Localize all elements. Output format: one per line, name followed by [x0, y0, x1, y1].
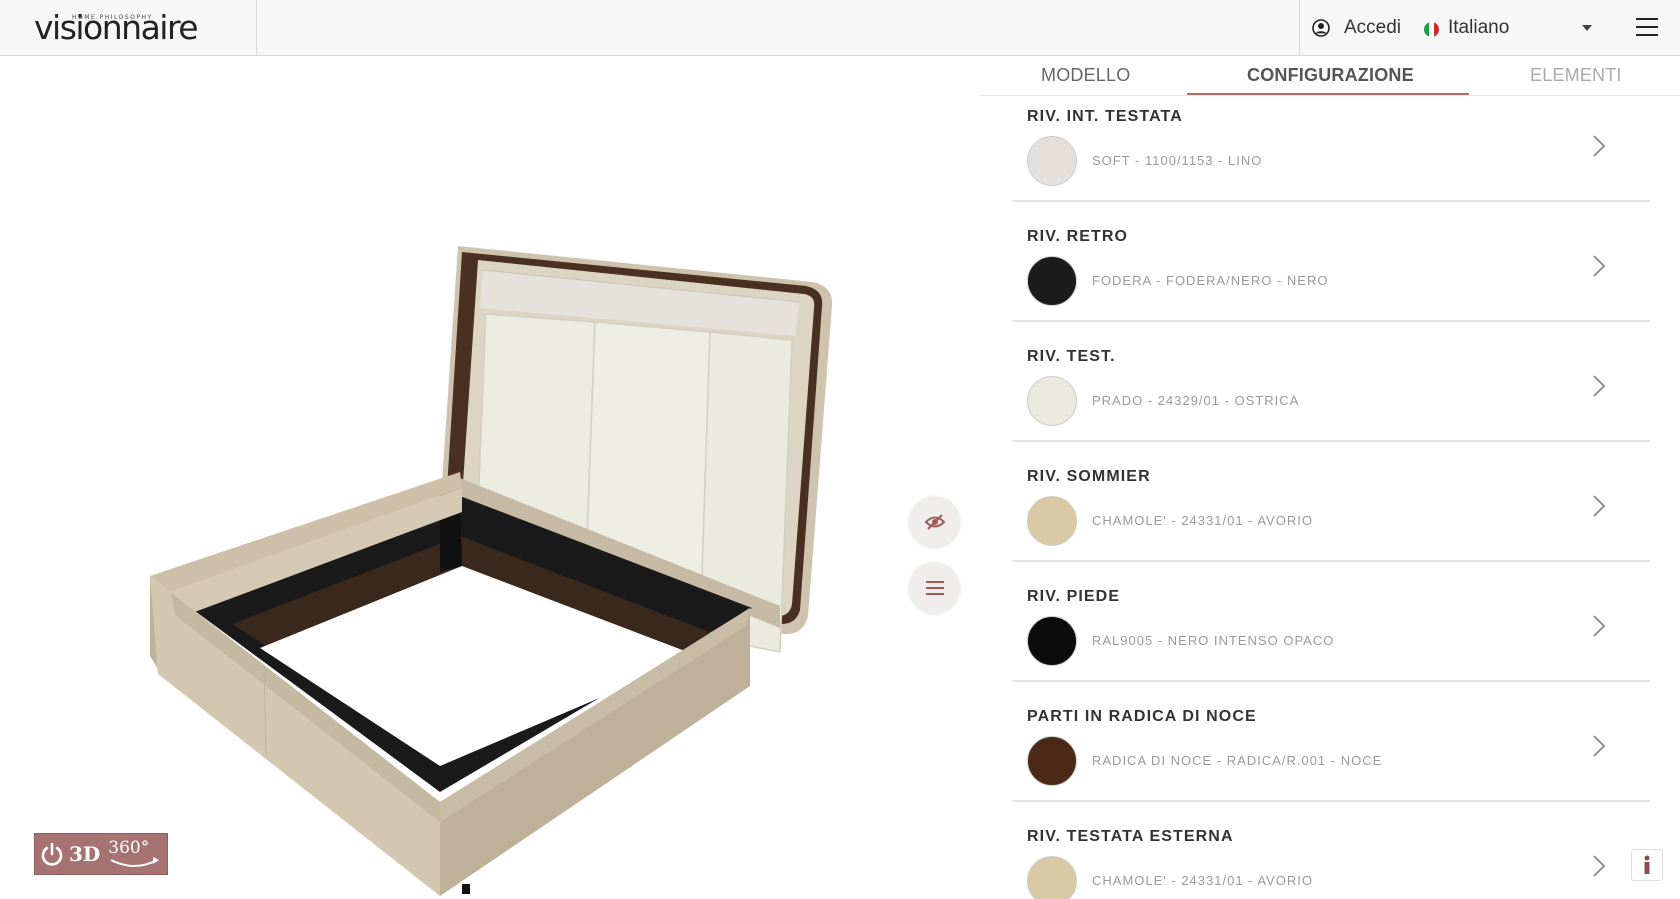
chevron-right-icon[interactable] — [1592, 854, 1606, 878]
tab-modello[interactable]: MODELLO — [1041, 65, 1130, 86]
chevron-right-icon[interactable] — [1592, 614, 1606, 638]
logo[interactable]: HOME PHILOSOPHY visionnaire — [0, 0, 257, 56]
option-title: RIV. PIEDE — [1027, 588, 1121, 605]
material-swatch[interactable] — [1027, 736, 1077, 786]
configurator-panel: MODELLO CONFIGURAZIONE ELEMENTI RIV. INT… — [980, 56, 1680, 899]
tab-configurazione[interactable]: CONFIGURAZIONE — [1247, 65, 1414, 86]
logo-wordmark: visionnaire — [34, 8, 199, 47]
option-value: PRADO - 24329/01 - OSTRICA — [1092, 393, 1300, 408]
mode-360-label: 360° — [108, 838, 150, 858]
option-row[interactable]: RIV. SOMMIER CHAMOLE' - 24331/01 - AVORI… — [1012, 442, 1650, 562]
top-header: HOME PHILOSOPHY visionnaire Accedi Itali… — [0, 0, 1680, 56]
info-icon — [1644, 855, 1650, 874]
option-value: FODERA - FODERA/NERO - NERO — [1092, 273, 1329, 288]
3d-viewer[interactable]: 3D 360° — [0, 56, 979, 899]
info-help-button[interactable] — [1631, 849, 1663, 881]
list-menu-button[interactable] — [909, 562, 960, 613]
material-swatch[interactable] — [1027, 856, 1077, 899]
user-icon[interactable] — [1312, 19, 1330, 37]
material-swatch[interactable] — [1027, 496, 1077, 546]
option-title: RIV. SOMMIER — [1027, 468, 1151, 485]
option-row[interactable]: RIV. TEST. PRADO - 24329/01 - OSTRICA — [1012, 322, 1650, 442]
option-value: CHAMOLE' - 24331/01 - AVORIO — [1092, 873, 1313, 888]
account-area: Accedi Italiano — [1299, 0, 1592, 56]
tab-bar: MODELLO CONFIGURAZIONE ELEMENTI — [980, 56, 1680, 96]
material-swatch[interactable] — [1027, 616, 1077, 666]
active-tab-indicator — [1187, 93, 1469, 95]
option-value: RAL9005 - NERO INTENSO OPACO — [1092, 633, 1335, 648]
option-title: RIV. INT. TESTATA — [1027, 108, 1183, 125]
mode-3d-label: 3D — [69, 842, 101, 866]
tab-elementi[interactable]: ELEMENTI — [1530, 65, 1622, 86]
caret-down-icon — [1582, 25, 1592, 31]
chevron-right-icon[interactable] — [1592, 494, 1606, 518]
language-value: Italiano — [1448, 17, 1510, 38]
chevron-right-icon[interactable] — [1592, 374, 1606, 398]
chevron-right-icon[interactable] — [1592, 254, 1606, 278]
material-swatch[interactable] — [1027, 256, 1077, 306]
bed-3d-model[interactable] — [140, 236, 860, 896]
option-value: RADICA DI NOCE - RADICA/R.001 - NOCE — [1092, 753, 1383, 768]
option-list: RIV. INT. TESTATA SOFT - 1100/1153 - LIN… — [1012, 96, 1650, 899]
language-select[interactable]: Italiano — [1448, 14, 1638, 42]
option-row[interactable]: RIV. PIEDE RAL9005 - NERO INTENSO OPACO — [1012, 562, 1650, 682]
hamburger-menu-icon[interactable] — [1636, 18, 1658, 36]
option-title: RIV. TEST. — [1027, 348, 1116, 365]
rotate-arrow-icon — [110, 857, 159, 867]
material-swatch[interactable] — [1027, 136, 1077, 186]
italian-flag-icon — [1424, 22, 1439, 37]
option-value: CHAMOLE' - 24331/01 - AVORIO — [1092, 513, 1313, 528]
option-row[interactable]: RIV. TESTATA ESTERNA CHAMOLE' - 24331/01… — [1012, 802, 1650, 899]
chevron-right-icon[interactable] — [1592, 134, 1606, 158]
option-title: RIV. TESTATA ESTERNA — [1027, 828, 1234, 845]
chevron-right-icon[interactable] — [1592, 734, 1606, 758]
3d-360-mode-toggle[interactable]: 3D 360° — [34, 833, 168, 875]
option-value: SOFT - 1100/1153 - LINO — [1092, 153, 1263, 168]
login-link[interactable]: Accedi — [1344, 17, 1401, 39]
list-icon — [925, 580, 944, 595]
eye-slash-icon — [924, 513, 945, 530]
option-row[interactable]: RIV. INT. TESTATA SOFT - 1100/1153 - LIN… — [1012, 96, 1650, 202]
option-row[interactable]: RIV. RETRO FODERA - FODERA/NERO - NERO — [1012, 202, 1650, 322]
hide-toggle-button[interactable] — [909, 496, 960, 547]
option-title: RIV. RETRO — [1027, 228, 1129, 245]
material-swatch[interactable] — [1027, 376, 1077, 426]
option-title: PARTI IN RADICA DI NOCE — [1027, 708, 1257, 725]
power-icon — [41, 842, 63, 866]
option-row[interactable]: PARTI IN RADICA DI NOCE RADICA DI NOCE -… — [1012, 682, 1650, 802]
